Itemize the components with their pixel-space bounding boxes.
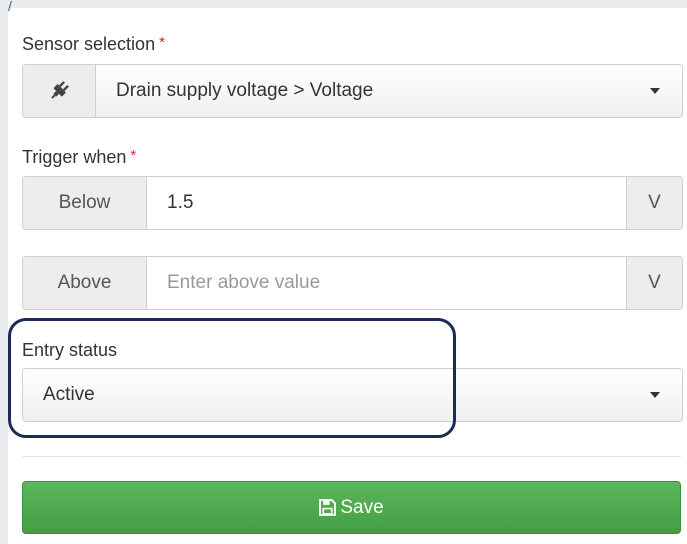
above-addon: Above [23, 257, 147, 309]
entry-status-highlight [8, 318, 456, 438]
required-mark: * [130, 147, 137, 164]
left-strip [0, 0, 8, 544]
sensor-select[interactable]: Drain supply voltage > Voltage [22, 64, 683, 118]
chevron-down-icon [650, 392, 660, 398]
trigger-when-label: Trigger when * [22, 147, 137, 167]
divider [22, 456, 681, 457]
above-value-field[interactable]: Enter above value [147, 257, 626, 309]
sensor-select-value[interactable]: Drain supply voltage > Voltage [96, 65, 682, 117]
above-input-group: Above Enter above value V [22, 256, 683, 310]
below-input-group: Below 1.5 V [22, 176, 683, 230]
save-label: Save [340, 496, 384, 518]
below-addon: Below [23, 177, 147, 229]
below-unit: V [626, 177, 682, 229]
floppy-disk-icon [319, 499, 337, 516]
required-mark: * [159, 34, 165, 51]
corner-mark-icon: / [8, 0, 12, 14]
plug-icon [23, 65, 96, 117]
below-value-field[interactable]: 1.5 [147, 177, 626, 229]
top-strip [0, 0, 687, 8]
sensor-selection-label: Sensor selection * [22, 34, 165, 54]
chevron-down-icon [650, 88, 660, 94]
save-button[interactable]: Save [22, 481, 681, 534]
above-unit: V [626, 257, 682, 309]
